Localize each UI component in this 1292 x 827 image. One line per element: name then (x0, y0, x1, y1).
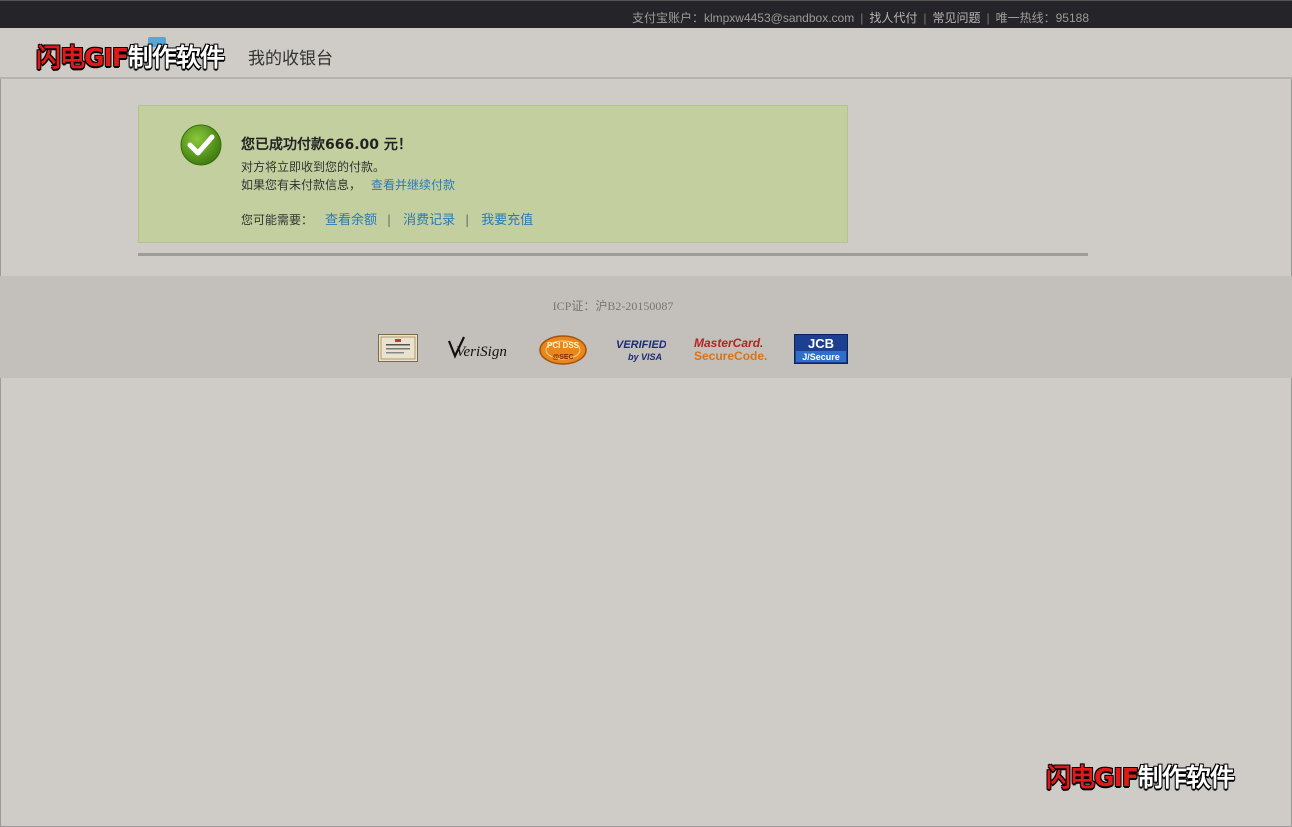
verisign-badge-icon[interactable]: VeriSign (446, 334, 512, 362)
consumption-record-link[interactable]: 消费记录 (403, 213, 455, 228)
account-label: 支付宝账户：klmpxw4453@sandbox.com (631, 11, 855, 25)
success-message: 对方将立即收到您的付款。 (241, 160, 386, 174)
verified-by-visa-icon[interactable]: VERIFIED by VISA (614, 334, 666, 364)
pcidss-sec-text: @SEC (552, 354, 573, 361)
success-title: 您已成功付款666.00 元！ (241, 137, 412, 153)
verisign-text: VeriSign (456, 344, 507, 360)
suggestions-label: 您可能需要： (241, 213, 314, 227)
recharge-link[interactable]: 我要充值 (481, 213, 533, 228)
continue-payment-link[interactable]: 查看并继续付款 (371, 178, 455, 192)
find-payer-link[interactable]: 找人代付 (869, 11, 917, 25)
jcb-text: JCB (808, 336, 834, 351)
check-circle-icon (180, 124, 222, 166)
watermark-top: 闪电GIF制作软件 (36, 38, 225, 74)
hotline-label: 唯一热线：95188 (995, 11, 1089, 25)
jcb-jsecure-icon[interactable]: JCB J/Secure (794, 334, 848, 364)
separator: | (465, 213, 470, 227)
unpaid-info-text: 如果您有未付款信息， (241, 178, 362, 192)
visa-by-text: by VISA (628, 352, 662, 362)
pcidss-text: PCI DSS (547, 341, 580, 350)
footer: ICP证：沪B2-20150087 VeriSign PCI DSS @SEC … (0, 276, 1292, 378)
separator: | (387, 213, 392, 227)
watermark-bottom: 闪电GIF制作软件 (1046, 758, 1235, 794)
jsecure-text: J/Secure (802, 352, 840, 362)
mastercard-text: MasterCard. (694, 336, 763, 350)
certificate-badge-icon[interactable] (378, 334, 418, 362)
separator: | (860, 11, 864, 25)
topbar-links: 支付宝账户：klmpxw4453@sandbox.com | 找人代付 | 常见问题 | 唯… (632, 9, 1089, 26)
watermark-red: 闪电GIF (36, 43, 129, 72)
content-divider (138, 253, 1088, 256)
top-bar: 支付宝账户：klmpxw4453@sandbox.com | 找人代付 | 常见问题 | 唯… (0, 0, 1292, 28)
page-title: 我的收银台 (248, 49, 333, 69)
separator: | (923, 11, 927, 25)
faq-link[interactable]: 常见问题 (932, 11, 980, 25)
view-balance-link[interactable]: 查看余额 (325, 213, 377, 228)
pci-dss-badge-icon[interactable]: PCI DSS @SEC (538, 334, 588, 366)
separator: | (986, 11, 990, 25)
visa-verified-text: VERIFIED (616, 339, 666, 351)
icp-license: ICP证：沪B2-20150087 (552, 299, 674, 313)
watermark-white: 制作软件 (127, 43, 225, 72)
mastercard-securecode-icon[interactable]: MasterCard. SecureCode. (692, 334, 768, 364)
watermark-white: 制作软件 (1137, 763, 1235, 792)
success-panel: 您已成功付款666.00 元！ 对方将立即收到您的付款。 如果您有未付款信息， 查… (138, 105, 848, 243)
watermark-red: 闪电GIF (1046, 763, 1139, 792)
securecode-text: SecureCode. (694, 349, 767, 363)
unpaid-info-row: 如果您有未付款信息， 查看并继续付款 (241, 176, 455, 193)
suggestions-row: 您可能需要： 查看余额 | 消费记录 | 我要充值 (241, 209, 533, 228)
